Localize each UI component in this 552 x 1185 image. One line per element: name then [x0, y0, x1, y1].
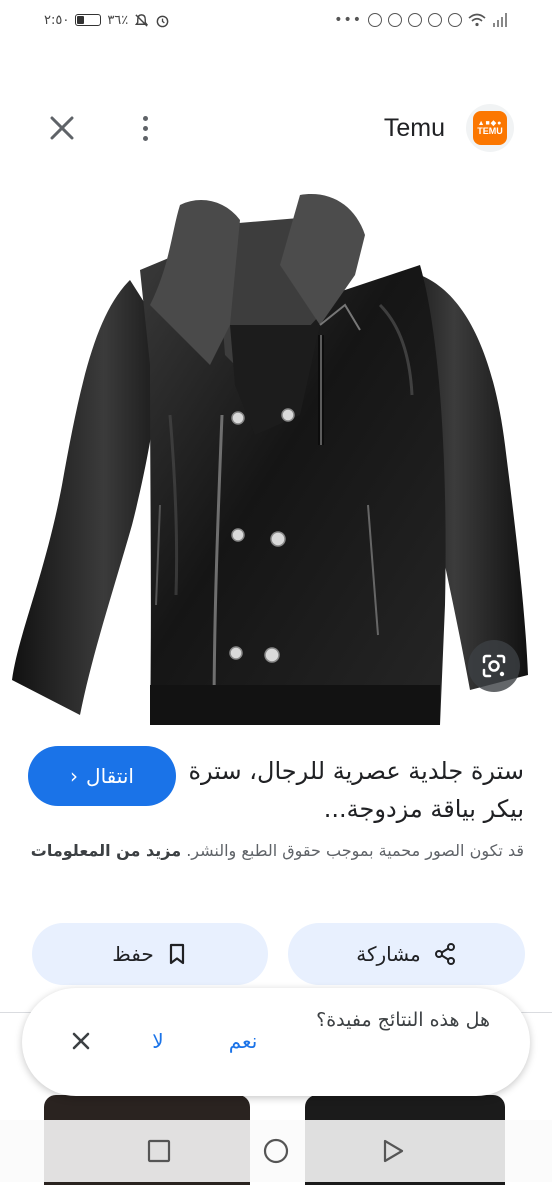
- google-lens-icon[interactable]: [468, 640, 520, 692]
- home-icon[interactable]: [261, 1136, 291, 1166]
- overflow-dots-icon: •••: [334, 12, 362, 28]
- site-logo[interactable]: ▲■◆● TEMU: [466, 104, 514, 152]
- feedback-question: هل هذه النتائج مفيدة؟: [316, 1009, 490, 1031]
- signal-icon: [493, 13, 507, 27]
- messenger-icon-2: [408, 13, 422, 27]
- status-right: •••: [334, 9, 508, 31]
- copyright-text: قد تكون الصور محمية بموجب حقوق الطبع وال…: [186, 841, 524, 860]
- temu-logo-text: TEMU: [477, 126, 503, 136]
- save-label: حفظ: [112, 942, 154, 966]
- result-title[interactable]: سترة جلدية عصرية للرجال، سترة بيكر بياقة…: [188, 752, 524, 828]
- leather-jacket-image: [12, 194, 528, 725]
- bookmark-icon: [169, 943, 184, 965]
- copyright-notice: قد تكون الصور محمية بموجب حقوق الطبع وال…: [28, 836, 524, 865]
- visit-label: انتقال: [86, 764, 134, 788]
- wifi-icon: [468, 13, 486, 27]
- feedback-yes-button[interactable]: نعم: [218, 1024, 268, 1058]
- back-icon[interactable]: [378, 1136, 408, 1166]
- mute-icon: [135, 13, 149, 27]
- share-label: مشاركة: [356, 942, 421, 966]
- feedback-close-icon[interactable]: [68, 1028, 94, 1054]
- site-name[interactable]: Temu: [330, 110, 445, 146]
- visit-button[interactable]: انتقال ‹: [28, 746, 176, 806]
- more-vert-icon[interactable]: [132, 110, 158, 146]
- share-button[interactable]: مشاركة: [288, 923, 525, 985]
- temu-logo: ▲■◆● TEMU: [473, 111, 507, 145]
- feedback-no-button[interactable]: لا: [140, 1024, 176, 1058]
- battery-percent: ٣٦٪: [107, 12, 129, 28]
- share-icon: [434, 943, 455, 965]
- status-bar: ٢:٥٠ ٣٦٪ •••: [0, 0, 552, 40]
- messenger-icon-3: [428, 13, 442, 27]
- whatsapp-icon: [448, 13, 462, 27]
- status-left: ٢:٥٠ ٣٦٪: [44, 9, 170, 31]
- status-time: ٢:٥٠: [44, 12, 70, 28]
- battery-icon: [75, 14, 102, 26]
- save-button[interactable]: حفظ: [32, 923, 268, 985]
- recents-icon[interactable]: [144, 1136, 174, 1166]
- more-info-link[interactable]: مزيد من المعلومات: [31, 841, 181, 860]
- chevron-right-icon: ‹: [70, 764, 79, 788]
- alarm-icon: [156, 15, 169, 27]
- close-icon[interactable]: [44, 110, 80, 146]
- instagram-icon: [368, 13, 382, 27]
- product-image[interactable]: [0, 185, 552, 725]
- messenger-icon: [388, 13, 402, 27]
